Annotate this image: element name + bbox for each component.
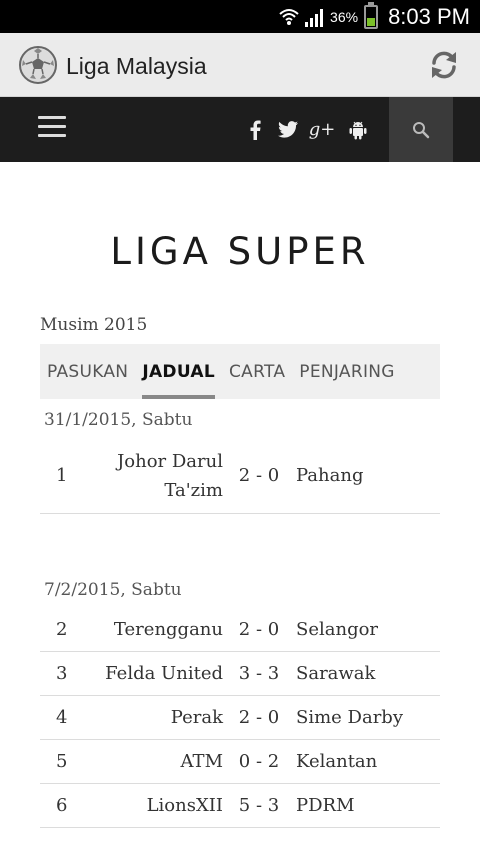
site-navbar: g+ [0,97,480,162]
status-bar: 36% 8:03 PM [0,0,480,33]
tab-bar: PASUKAN JADUAL CARTA PENJARING [40,344,440,399]
away-team: PDRM [296,795,355,816]
app-title: Liga Malaysia [66,53,207,79]
match-score: 2 - 0 [238,619,280,640]
home-team: Johor Darul Ta'zim [117,451,223,501]
away-team: Sime Darby [296,707,403,728]
match-score: 2 - 0 [238,707,280,728]
google-plus-glyph: g+ [308,119,336,140]
tab-jadual[interactable]: JADUAL [142,344,215,399]
away-team: Sarawak [296,663,376,684]
battery-icon [364,1,379,29]
tab-penjaring[interactable]: PENJARING [299,344,394,399]
clock: 8:03 PM [388,3,470,29]
battery-percent: 36% [330,8,359,25]
search-button[interactable] [389,97,453,162]
table-row: 2 Terengganu 2 - 0 Selangor [40,608,440,652]
match-score: 5 - 3 [238,795,280,816]
home-team: Felda United [105,663,223,684]
table-row: 3 Felda United 3 - 3 Sarawak [40,652,440,696]
home-team: LionsXII [146,795,223,816]
home-team: ATM [180,751,223,772]
table-row: 1 Johor Darul Ta'zim 2 - 0 Pahang [40,440,440,514]
tab-pasukan[interactable]: PASUKAN [47,344,128,399]
refresh-button[interactable] [426,47,462,83]
away-team: Selangor [296,619,379,640]
google-plus-icon[interactable]: g+ [308,97,336,162]
wifi-icon [278,6,300,28]
facebook-icon[interactable] [243,97,267,162]
home-team: Terengganu [113,619,223,640]
page-title: LIGA SUPER [110,230,370,273]
search-icon [413,121,430,138]
home-team: Perak [170,707,223,728]
match-score: 0 - 2 [238,751,280,772]
app-bar: Liga Malaysia [0,33,480,97]
tab-carta[interactable]: CARTA [229,344,285,399]
table-row: 5 ATM 0 - 2 Kelantan [40,740,440,784]
match-score: 2 - 0 [238,465,280,486]
fixture-date: 31/1/2015, Sabtu [44,410,193,430]
away-team: Pahang [296,465,364,486]
season-label: Musim 2015 [40,315,148,335]
twitter-icon[interactable] [276,97,300,162]
match-score: 3 - 3 [238,663,280,684]
signal-icon [304,7,326,27]
soccer-ball-icon [18,45,58,85]
android-icon[interactable] [346,97,370,162]
refresh-icon [432,51,456,79]
table-row: 6 LionsXII 5 - 3 PDRM [40,784,440,828]
table-row: 4 Perak 2 - 0 Sime Darby [40,696,440,740]
fixture-date: 7/2/2015, Sabtu [44,580,182,600]
away-team: Kelantan [296,751,378,772]
hamburger-menu-icon[interactable] [38,116,66,142]
